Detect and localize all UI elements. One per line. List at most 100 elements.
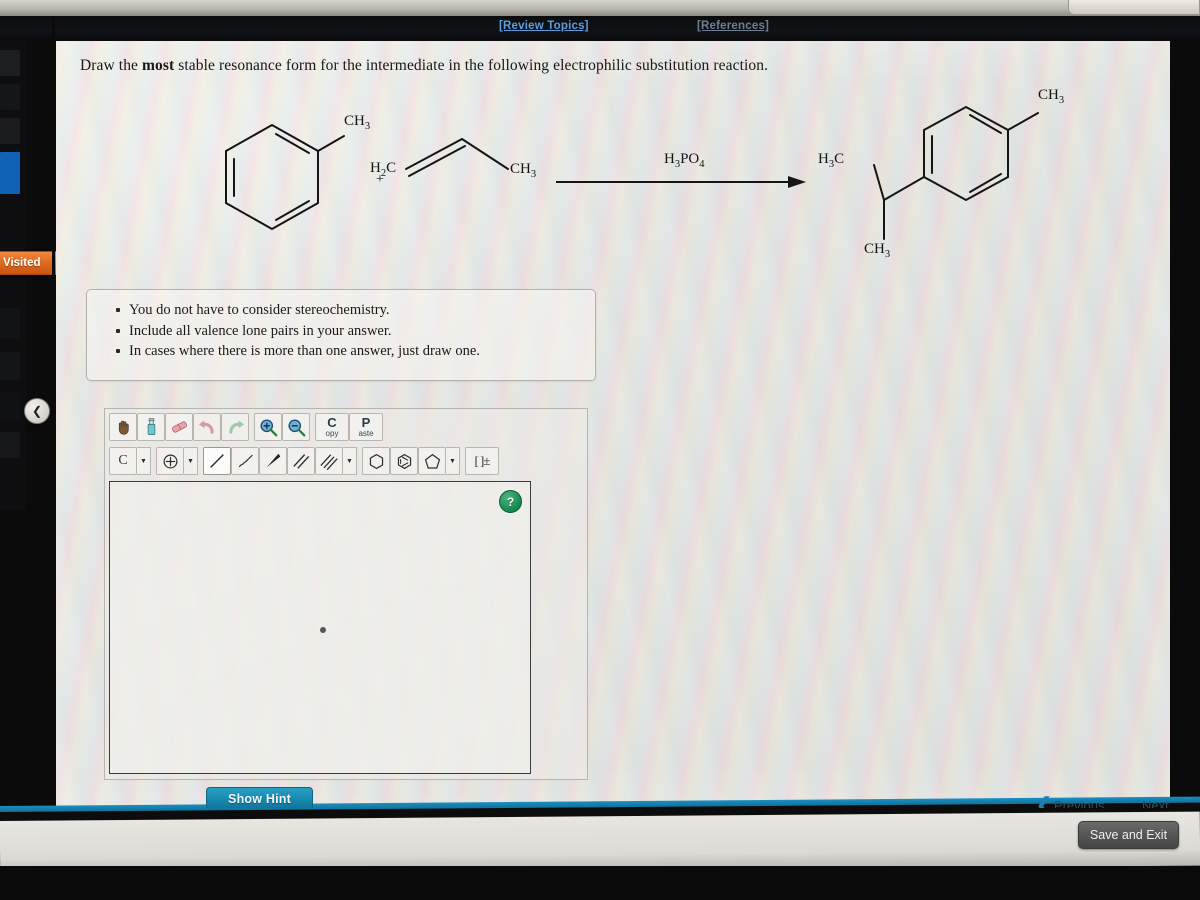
pentagon-ring-button[interactable] bbox=[418, 447, 446, 475]
double-bond-button[interactable] bbox=[287, 447, 315, 475]
save-and-exit-button[interactable]: Save and Exit bbox=[1078, 821, 1179, 849]
zoom-out-icon bbox=[287, 418, 305, 436]
reaction-scheme-drawing bbox=[225, 105, 1039, 240]
eraser-spray-button[interactable] bbox=[137, 413, 165, 441]
instructions-list: You do not have to consider stereochemis… bbox=[87, 300, 595, 362]
molecule-drawing-widget: C opy P aste C ▼ ▼ ▼ ▼ []± ? bbox=[104, 408, 588, 780]
assignment-page: Draw the most stable resonance form for … bbox=[56, 41, 1170, 808]
ring-dropdown-caret[interactable]: ▼ bbox=[446, 447, 460, 475]
eraser-spray-icon bbox=[147, 418, 155, 435]
wedge-bond-icon bbox=[266, 453, 281, 468]
screen-bottom-shadow bbox=[0, 866, 1200, 900]
zoom-in-button[interactable] bbox=[254, 413, 282, 441]
redo-button[interactable] bbox=[221, 413, 249, 441]
show-hint-label: Show Hint bbox=[228, 791, 291, 806]
plus-circle-icon bbox=[163, 454, 177, 468]
element-carbon-label: C bbox=[118, 453, 128, 468]
eraser-icon bbox=[171, 421, 187, 433]
monitor-bezel-top bbox=[0, 0, 1200, 16]
sidebar-collapse-button[interactable]: ❮ bbox=[24, 398, 50, 424]
hashed-bond-icon bbox=[238, 454, 253, 468]
sidebar-item-active[interactable] bbox=[0, 152, 20, 194]
triple-bond-button[interactable] bbox=[315, 447, 343, 475]
save-and-exit-label: Save and Exit bbox=[1089, 828, 1168, 842]
redo-icon bbox=[228, 420, 244, 434]
product-methyl-left-label: H3C bbox=[818, 151, 845, 170]
single-bond-icon bbox=[210, 454, 224, 468]
propene-left-label: H2C bbox=[370, 160, 397, 179]
reactant-methyl-label: CH3 bbox=[344, 113, 371, 132]
eraser-button[interactable] bbox=[165, 413, 193, 441]
paste-button-label: aste bbox=[358, 429, 374, 438]
list-item: Include all valence lone pairs in your a… bbox=[116, 321, 595, 342]
sidebar-item-1[interactable] bbox=[0, 50, 20, 76]
hand-tool-button[interactable] bbox=[109, 413, 137, 441]
photographed-monitor: [Review Topics] [References] Visited ❮ D… bbox=[0, 0, 1200, 900]
bond-dropdown-caret[interactable]: ▼ bbox=[343, 447, 357, 475]
question-emphasis: most bbox=[142, 57, 175, 74]
page-title: Draw the most stable resonance form for … bbox=[80, 57, 1080, 75]
sidebar-item-2[interactable] bbox=[0, 84, 20, 110]
bracket-charge-label: [ ]± bbox=[474, 453, 490, 468]
pentagon-ring-icon bbox=[424, 453, 440, 469]
canvas-cursor-dot bbox=[320, 627, 326, 633]
zoom-out-button[interactable] bbox=[282, 413, 310, 441]
sidebar-item-5[interactable] bbox=[0, 308, 20, 338]
sidebar-item-3[interactable] bbox=[0, 118, 20, 144]
benzene-ring-button[interactable] bbox=[390, 447, 418, 475]
charge-dropdown-caret[interactable]: ▼ bbox=[184, 447, 198, 475]
product-methyl-bottom-label: CH3 bbox=[864, 241, 891, 260]
left-sidebar-rail bbox=[0, 40, 26, 510]
toolbar-row-secondary: C ▼ ▼ ▼ ▼ []± bbox=[109, 447, 503, 475]
bracket-charge-button[interactable]: [ ]± bbox=[465, 447, 499, 475]
paste-button[interactable]: P aste bbox=[349, 413, 383, 441]
references-link[interactable]: [References] bbox=[697, 20, 769, 32]
hexagon-ring-icon bbox=[369, 453, 383, 469]
list-item: In cases where there is more than one an… bbox=[116, 341, 595, 362]
charge-tool-button[interactable] bbox=[156, 447, 184, 475]
hexagon-ring-button[interactable] bbox=[362, 447, 390, 475]
monitor-bezel-corner bbox=[1068, 0, 1200, 15]
undo-icon bbox=[198, 420, 214, 434]
copy-button-initial: C bbox=[327, 415, 337, 430]
sidebar-divider bbox=[52, 16, 55, 806]
element-dropdown-caret[interactable]: ▼ bbox=[137, 447, 151, 475]
previous-label: Previous bbox=[1053, 798, 1105, 808]
list-item: You do not have to consider stereochemis… bbox=[116, 300, 595, 321]
copy-button-label: opy bbox=[325, 429, 339, 438]
sidebar-item-8[interactable] bbox=[0, 432, 20, 458]
toolbar-row-primary: C opy P aste bbox=[109, 413, 387, 441]
paste-button-initial: P bbox=[361, 415, 371, 430]
double-bond-icon bbox=[293, 454, 310, 469]
product-methyl-top-label: CH3 bbox=[1038, 87, 1065, 106]
benzene-ring-icon bbox=[397, 453, 411, 469]
sidebar-item-6[interactable] bbox=[0, 352, 20, 380]
instructions-box: You do not have to consider stereochemis… bbox=[86, 289, 596, 381]
copy-button[interactable]: C opy bbox=[315, 413, 349, 441]
review-topics-link[interactable]: [Review Topics] bbox=[499, 20, 589, 32]
zoom-in-icon bbox=[259, 418, 277, 436]
hashed-bond-button[interactable] bbox=[231, 447, 259, 475]
chevron-left-icon: ❮ bbox=[31, 404, 43, 418]
top-navigation-bar: [Review Topics] [References] bbox=[0, 18, 1200, 40]
previous-button[interactable]: ❮ Previous bbox=[1036, 796, 1105, 808]
hand-tool-icon bbox=[118, 420, 129, 435]
question-suffix: stable resonance form for the intermedia… bbox=[174, 57, 769, 74]
chevron-left-icon: ❮ bbox=[1036, 795, 1052, 808]
visited-badge-label: Visited bbox=[3, 257, 41, 269]
show-hint-button[interactable]: Show Hint bbox=[206, 787, 313, 808]
single-bond-button[interactable] bbox=[203, 447, 231, 475]
next-button[interactable]: Next ❯ bbox=[1142, 796, 1170, 808]
reaction-scheme: CH3 + H2C CH3 H3PO4 CH3 H3C CH3 bbox=[76, 87, 1146, 289]
sidebar-item-7[interactable] bbox=[0, 392, 20, 420]
wedge-bond-button[interactable] bbox=[259, 447, 287, 475]
propene-right-label: CH3 bbox=[510, 161, 537, 180]
undo-button[interactable] bbox=[193, 413, 221, 441]
triple-bond-icon bbox=[320, 454, 338, 471]
next-label: Next bbox=[1142, 798, 1169, 808]
reagent-label: H3PO4 bbox=[664, 151, 705, 170]
drawing-canvas[interactable]: ? bbox=[109, 481, 531, 774]
question-prefix: Draw the bbox=[80, 57, 143, 74]
canvas-help-button[interactable]: ? bbox=[499, 490, 522, 513]
element-carbon-button[interactable]: C bbox=[109, 447, 137, 475]
